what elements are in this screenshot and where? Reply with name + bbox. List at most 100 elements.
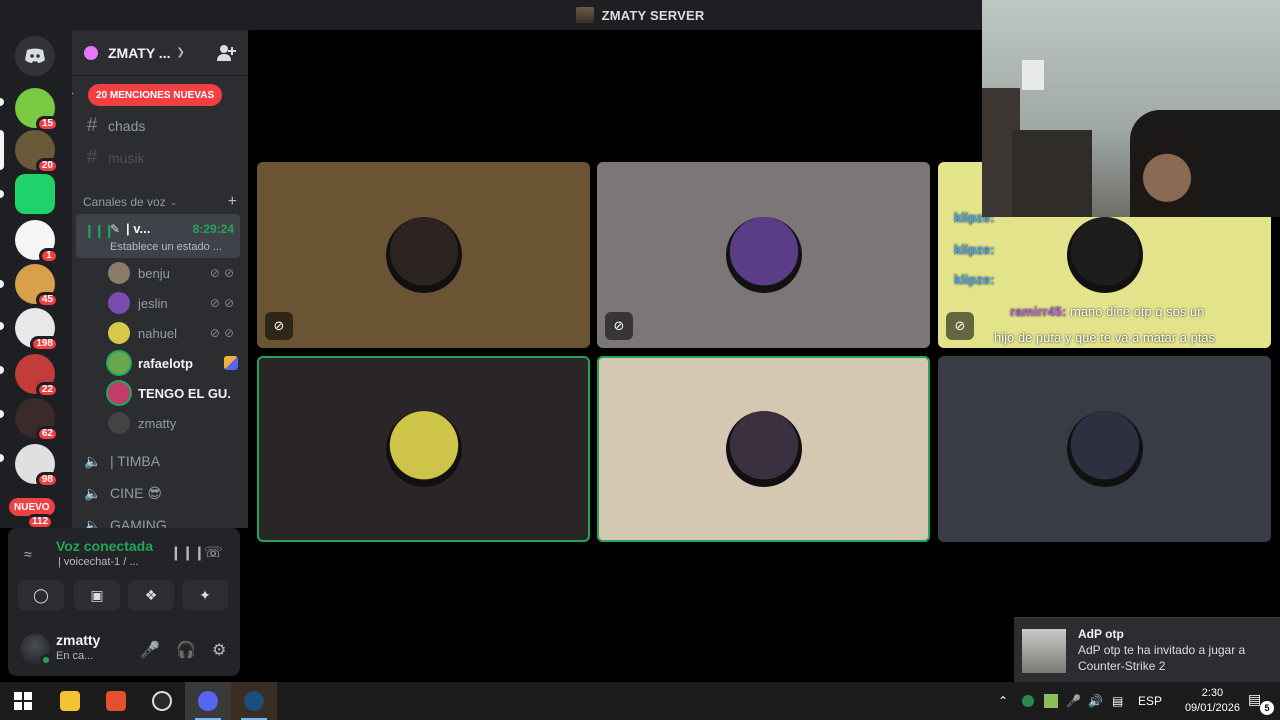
channel-name: CINE 😎 <box>110 484 162 501</box>
voice-channel-cine[interactable]: 🔈 CINE 😎 <box>80 479 240 507</box>
nuevo-label: NUEVO <box>14 501 50 513</box>
voice-user[interactable]: jeslin ⊘⊘ <box>108 290 238 316</box>
voice-user-name: benju <box>138 265 170 281</box>
mention-badge: 1 <box>39 248 59 264</box>
obs-button[interactable] <box>139 682 185 720</box>
window-title: ZMATY SERVER <box>601 7 705 23</box>
boost-icon <box>84 45 98 60</box>
brave-button[interactable] <box>93 682 139 720</box>
discord-home-icon[interactable] <box>15 36 55 76</box>
game-invite-notification[interactable]: AdP otp AdP otp te ha invitado a jugar a… <box>1014 617 1280 682</box>
add-member-icon[interactable] <box>216 44 238 62</box>
voice-channel-gaming[interactable]: 🔈 GAMING <box>80 511 240 529</box>
server-header[interactable]: ZMATY ... ❯ <box>72 30 248 76</box>
microphone-icon[interactable]: 🎤 <box>140 640 160 660</box>
participant-tile[interactable]: ⊘ <box>597 162 930 348</box>
camera-off-icon: ⊘ <box>946 312 974 340</box>
voice-user[interactable]: nahuel ⊘⊘ <box>108 320 238 346</box>
notification-center-button[interactable]: ▤ 5 <box>1248 691 1274 715</box>
unread-pill <box>0 190 4 198</box>
server-icon-4[interactable]: 1 <box>15 220 59 264</box>
server-icon-5[interactable]: 45 <box>15 264 59 308</box>
app-icon <box>1044 694 1058 708</box>
network-icon[interactable]: ▤ <box>1112 682 1123 720</box>
camera-off-button[interactable]: ◯ <box>18 580 64 610</box>
voice-user[interactable]: TENGO EL GU... <box>108 380 238 406</box>
participant-tile[interactable]: ⊘ <box>257 162 590 348</box>
file-explorer-button[interactable] <box>47 682 93 720</box>
voice-user[interactable]: zmatty <box>108 410 238 436</box>
steam-taskbar-button[interactable] <box>231 682 277 720</box>
discord-taskbar-button[interactable] <box>185 682 231 720</box>
voice-user-name: rafaelotp <box>138 355 193 371</box>
participant-avatar <box>385 217 462 293</box>
participant-tile[interactable] <box>938 356 1271 542</box>
voice-channel-name: | v... <box>126 221 151 236</box>
user-panel[interactable]: zmatty En ca... 🎤 🎧 ⚙ <box>18 632 234 668</box>
channel-chads[interactable]: # chads <box>80 112 240 140</box>
tray-app-icon[interactable] <box>1022 682 1034 720</box>
participant-avatar <box>385 411 462 487</box>
notification-title: AdP otp <box>1078 627 1124 641</box>
connection-signal-icon[interactable]: ≈ <box>24 546 32 562</box>
participant-avatar <box>1066 411 1143 487</box>
user-status: En ca... <box>56 650 94 662</box>
new-mentions-pill[interactable]: 20 MENCIONES NUEVAS <box>88 84 223 106</box>
notification-line1: AdP otp te ha invitado a jugar a <box>1078 643 1246 657</box>
person <box>1132 130 1202 217</box>
activities-button[interactable]: ❖ <box>128 580 174 610</box>
speaker-icon: 🔈 <box>84 452 102 469</box>
server-icon-1[interactable]: 15 <box>15 88 59 132</box>
wall-paper <box>1022 60 1044 90</box>
webcam-overlay[interactable] <box>982 0 1280 217</box>
channel-musik[interactable]: # musik <box>80 144 240 172</box>
settings-gear-icon[interactable]: ⚙ <box>212 640 226 660</box>
screen-share-button[interactable]: ▣ <box>74 580 120 610</box>
voice-user-name: TENGO EL GU... <box>138 385 230 401</box>
voice-user[interactable]: rafaelotp <box>108 350 238 376</box>
language-indicator[interactable]: ESP <box>1138 682 1162 720</box>
channel-sidebar: ZMATY ... ❯ ▶ 20 MENCIONES NUEVAS # chad… <box>72 30 248 528</box>
clock[interactable]: 2:30 09/01/2026 <box>1185 686 1240 716</box>
participant-avatar <box>725 411 802 487</box>
chevron-down-icon: ❯ <box>176 47 185 58</box>
headphones-icon[interactable]: 🎧 <box>176 640 196 660</box>
active-voice-channel[interactable]: ❙❙❙ ✎ | v... 8:29:24 Establece un estado… <box>76 214 240 258</box>
server-icon-8[interactable]: 62 <box>15 398 59 442</box>
server-icon-6[interactable]: 198 <box>15 308 59 352</box>
camera-off-icon: ◯ <box>33 586 49 603</box>
voice-connected-label[interactable]: Voz conectada <box>56 538 153 554</box>
noise-suppression-icon[interactable]: ❙❙❙ <box>170 544 205 561</box>
server-icon-9[interactable]: 98 <box>15 444 59 488</box>
voice-channel-timba[interactable]: 🔈 | TIMBA <box>80 447 240 475</box>
server-icon-2[interactable]: 20 <box>15 130 59 174</box>
start-button[interactable] <box>0 682 46 720</box>
unread-pill <box>0 280 4 288</box>
set-status-link[interactable]: Establece un estado ... <box>110 241 234 253</box>
cabinet <box>1012 130 1092 217</box>
chat-user: klipze: <box>954 242 995 257</box>
volume-icon[interactable]: 🔊 <box>1088 682 1103 720</box>
tray-chevron-icon[interactable]: ⌃ <box>998 682 1008 720</box>
mic-tray-icon[interactable]: 🎤 <box>1066 682 1081 720</box>
tray-app-icon[interactable] <box>1044 682 1058 720</box>
server-icon-7[interactable]: 22 <box>15 354 59 398</box>
voice-connection-panel: ≈ Voz conectada | voicechat-1 / ... ❙❙❙ … <box>8 528 240 676</box>
mention-badge: 62 <box>35 426 59 442</box>
date: 09/01/2026 <box>1184 702 1240 714</box>
voice-category[interactable]: Canales de voz ⌄ + <box>83 193 237 211</box>
voice-user[interactable]: benju ⊘⊘ <box>108 260 238 286</box>
screen-share-icon: ▣ <box>90 586 104 603</box>
participant-tile[interactable] <box>257 356 590 542</box>
participant-tile[interactable] <box>597 356 930 542</box>
chat-msg: hijo de puta y que te va a matar a ptas <box>994 330 1216 345</box>
nuevo-count-badge: 112 <box>26 514 55 528</box>
voice-channel-path[interactable]: | voicechat-1 / ... <box>58 556 139 568</box>
camera-off-icon: ⊘ <box>265 312 293 340</box>
disconnect-icon[interactable]: ☏ <box>204 543 223 561</box>
server-icon-3[interactable] <box>15 174 55 214</box>
add-channel-icon[interactable]: + <box>228 193 237 211</box>
voice-user-name: nahuel <box>138 325 178 341</box>
soundboard-button[interactable]: ✦ <box>182 580 228 610</box>
camera-off-icon: ⊘ <box>605 312 633 340</box>
